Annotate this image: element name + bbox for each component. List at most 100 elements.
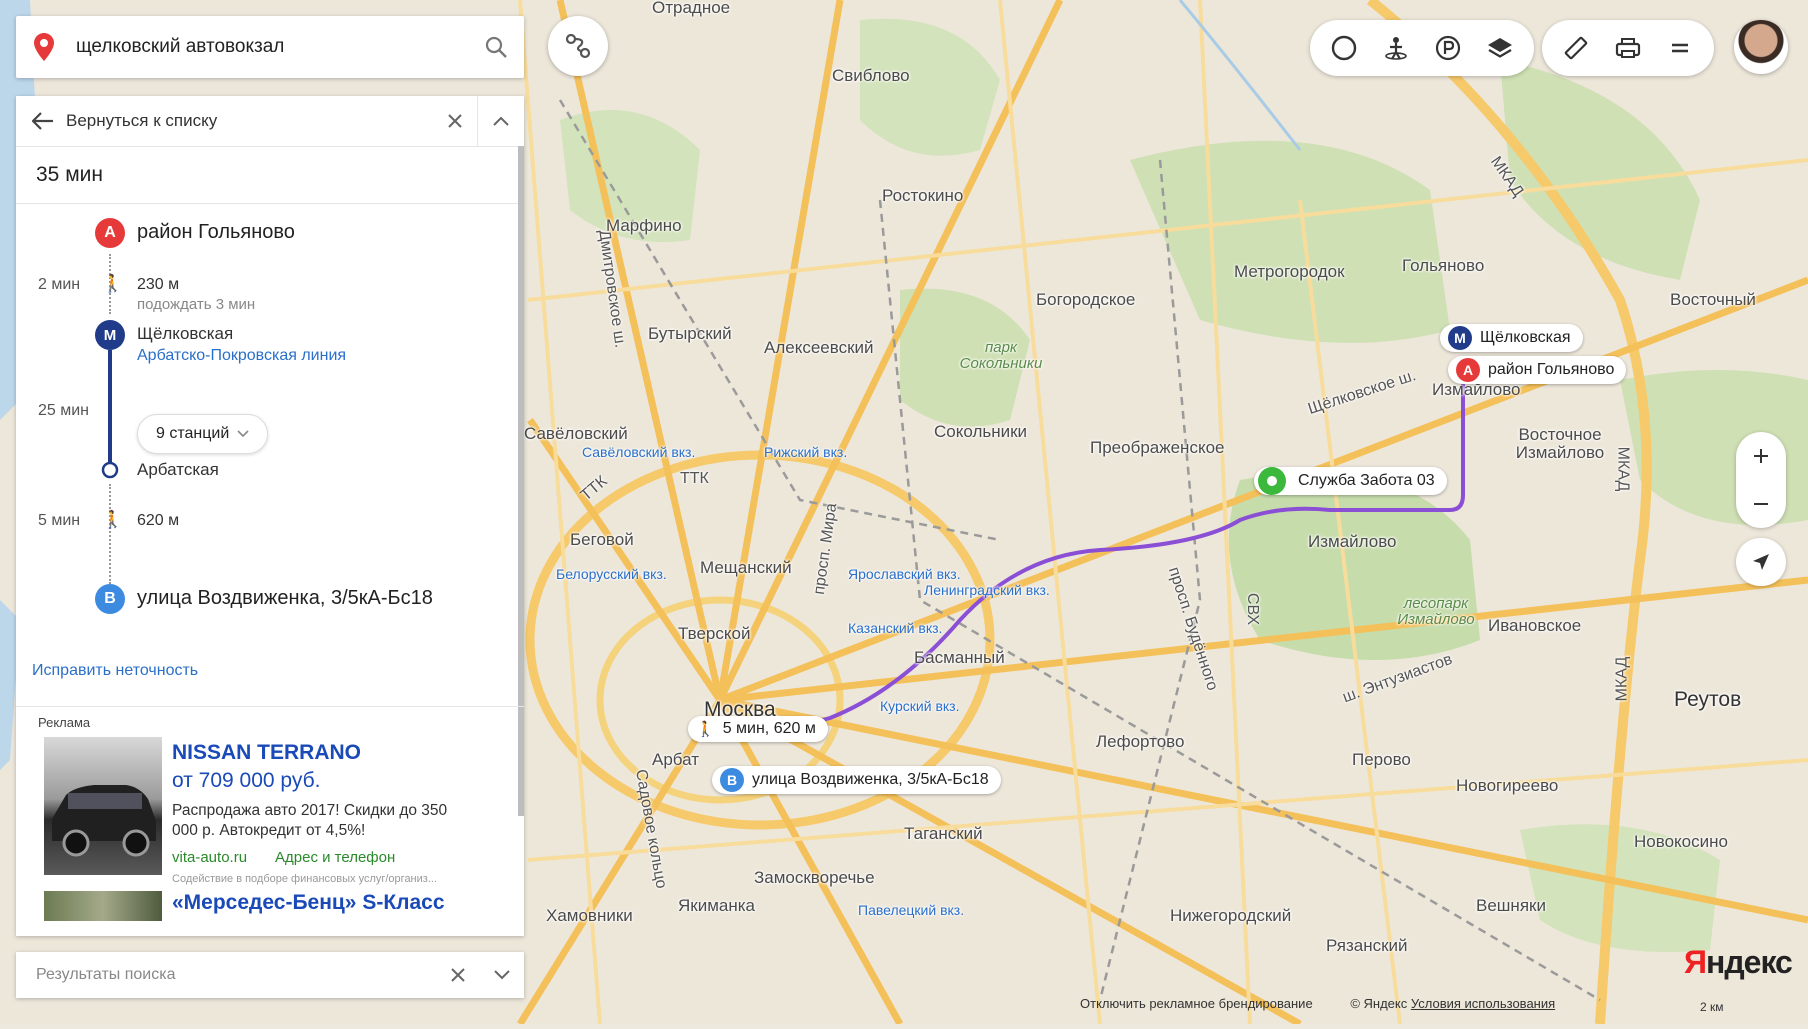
panorama-button[interactable] — [1370, 20, 1422, 76]
map-label-marfino: Марфино — [606, 216, 682, 235]
metro-line-bar — [108, 350, 112, 454]
search-results-bar[interactable]: Результаты поиска — [16, 952, 524, 998]
routes-button[interactable] — [548, 16, 608, 76]
map-label-nizhegorodsky: Нижегородский — [1170, 906, 1292, 925]
map-label-bogorodskoe: Богородское — [1036, 290, 1136, 309]
walk1-distance: 230 м — [137, 276, 180, 293]
map-station-leningradsky: Ленинградский вкз. — [924, 582, 1050, 598]
zoom-out-button[interactable] — [1736, 480, 1786, 528]
search-input[interactable]: щелковский автовокзал — [66, 36, 468, 58]
yandex-logo-text: ндекс — [1706, 944, 1793, 980]
walk-icon: 🚶 — [102, 510, 124, 529]
ruler-button[interactable] — [1550, 20, 1602, 76]
minus-icon — [1754, 503, 1768, 505]
metro-line-link[interactable]: Арбатско-Покровская линия — [137, 347, 346, 365]
ad-contact-link[interactable]: Адрес и телефон — [275, 849, 395, 866]
layers-icon — [1488, 38, 1512, 58]
map-toolbar — [1310, 20, 1714, 76]
map-label-preobrazhenskoe: Преображенское — [1090, 438, 1225, 457]
map-label-novokosino: Новокосино — [1634, 832, 1728, 851]
terms-link[interactable]: Условия использования — [1411, 996, 1555, 1011]
map-label-sokolniki: Сокольники — [934, 422, 1028, 441]
map-label-reutov: Реутов — [1674, 688, 1742, 711]
menu-button[interactable] — [1654, 20, 1706, 76]
origin-a-badge: A — [95, 218, 125, 248]
map-label-tagansky: Таганский — [904, 824, 983, 843]
panel-header: Вернуться к списку — [16, 96, 524, 147]
map-label-alekseevsky: Алексеевский — [764, 338, 874, 357]
map-label-veshnyaki: Вешняки — [1476, 896, 1546, 915]
map-marker-poi[interactable]: Служба Забота 03 — [1254, 467, 1447, 495]
route-steps: A район Гольяново 2 мин 🚶 230 м подождат… — [16, 204, 524, 704]
route-duration: 35 мин — [16, 147, 524, 204]
parking-icon — [1435, 35, 1461, 61]
ad-description: Распродажа авто 2017! Скидки до 350 000 … — [172, 802, 448, 839]
stations-toggle-label: 9 станций — [156, 425, 230, 442]
zoom-in-button[interactable] — [1736, 432, 1786, 480]
parking-button[interactable] — [1422, 20, 1474, 76]
expand-results-button[interactable] — [480, 970, 524, 980]
search-icon[interactable] — [468, 35, 524, 59]
disable-branding-link[interactable]: Отключить рекламное брендирование — [1080, 996, 1313, 1011]
plus-icon — [1754, 449, 1768, 463]
ad2-title-link[interactable]: «Мерседес-Бенц» S-Класс — [172, 891, 445, 915]
chevron-down-icon — [494, 970, 510, 980]
origin-label: район Гольяново — [137, 221, 295, 243]
map-label-arbat: Арбат — [652, 750, 700, 769]
ad-site-link[interactable]: vita-auto.ru — [172, 849, 247, 866]
back-to-list-label: Вернуться к списку — [66, 111, 218, 130]
walk1-time: 2 мин — [38, 276, 81, 293]
layers-button[interactable] — [1474, 20, 1526, 76]
map-station-kursky: Курский вкз. — [880, 698, 960, 714]
print-button[interactable] — [1602, 20, 1654, 76]
chevron-down-icon — [237, 430, 249, 438]
ad-title-link[interactable]: NISSAN TERRANO — [172, 741, 361, 765]
walk2-distance: 620 м — [137, 512, 180, 529]
map-marker-metro[interactable]: М Щёлковская — [1440, 324, 1583, 352]
map-station-belorussky: Белорусский вкз. — [556, 566, 667, 582]
walk-icon: 🚶 — [696, 721, 715, 738]
map-label-vostochnoe-izmaylovo: Восточное Измайлово — [1515, 425, 1605, 462]
walk1-wait: подождать 3 мин — [137, 296, 256, 313]
destination-label: улица Воздвиженка, 3/5кА-Бс18 — [137, 587, 433, 609]
map-label-khamovniki: Хамовники — [546, 906, 633, 925]
map-label-tverskoy: Тверской — [678, 624, 751, 643]
location-arrow-icon — [1753, 554, 1769, 570]
map-marker-origin[interactable]: A район Гольяново — [1448, 356, 1627, 384]
map-label-novogireevo: Новогиреево — [1456, 776, 1559, 795]
search-results-label: Результаты поиска — [36, 966, 176, 983]
map-label-basmanny: Басманный — [914, 648, 1005, 667]
copyright-text: © Яндекс — [1350, 996, 1408, 1011]
close-panel-button[interactable] — [433, 96, 478, 146]
ad-price[interactable]: от 709 000 руб. — [172, 769, 320, 793]
map-scale: 2 км — [1700, 1000, 1724, 1014]
tools-group — [1542, 20, 1714, 76]
traffic-button[interactable] — [1318, 20, 1370, 76]
map-marker-metro-label: Щёлковская — [1480, 329, 1571, 346]
clear-results-button[interactable] — [436, 967, 480, 983]
yandex-logo-letter: Я — [1684, 944, 1707, 980]
my-location-button[interactable] — [1736, 538, 1786, 586]
ruler-icon — [1564, 36, 1588, 60]
arrow-left-icon — [32, 112, 53, 130]
map-label-savelovsky: Савёловский — [524, 424, 628, 443]
location-pin-icon — [22, 33, 66, 61]
map-marker-origin-label: район Гольяново — [1488, 361, 1615, 378]
report-error-link[interactable]: Исправить неточность — [32, 662, 198, 680]
map-marker-destination[interactable]: B улица Воздвиженка, 3/5кА-Бс18 — [712, 766, 1001, 794]
collapse-panel-button[interactable] — [478, 116, 524, 126]
yandex-logo[interactable]: Яндекс — [1684, 944, 1793, 981]
ad2-image[interactable] — [44, 891, 162, 921]
map-label-lefortovo: Лефортово — [1096, 732, 1185, 751]
map-label-otradnoe: Отрадное — [652, 0, 731, 17]
map-label-begovoy: Беговой — [570, 530, 634, 549]
stations-toggle-button[interactable]: 9 станций — [137, 414, 269, 454]
ride-time: 25 мин — [38, 402, 90, 419]
ad-block: Реклама NISSAN TERRANO от 709 000 руб. Р… — [16, 706, 524, 921]
user-avatar[interactable] — [1734, 20, 1788, 74]
map-road-mkad-3: МКАД — [1613, 656, 1631, 702]
back-to-list-button[interactable]: Вернуться к списку — [16, 111, 433, 131]
poi-dot-icon — [1258, 467, 1286, 495]
map-road-svh: СВХ — [1244, 592, 1262, 626]
ad-image[interactable] — [44, 737, 162, 875]
